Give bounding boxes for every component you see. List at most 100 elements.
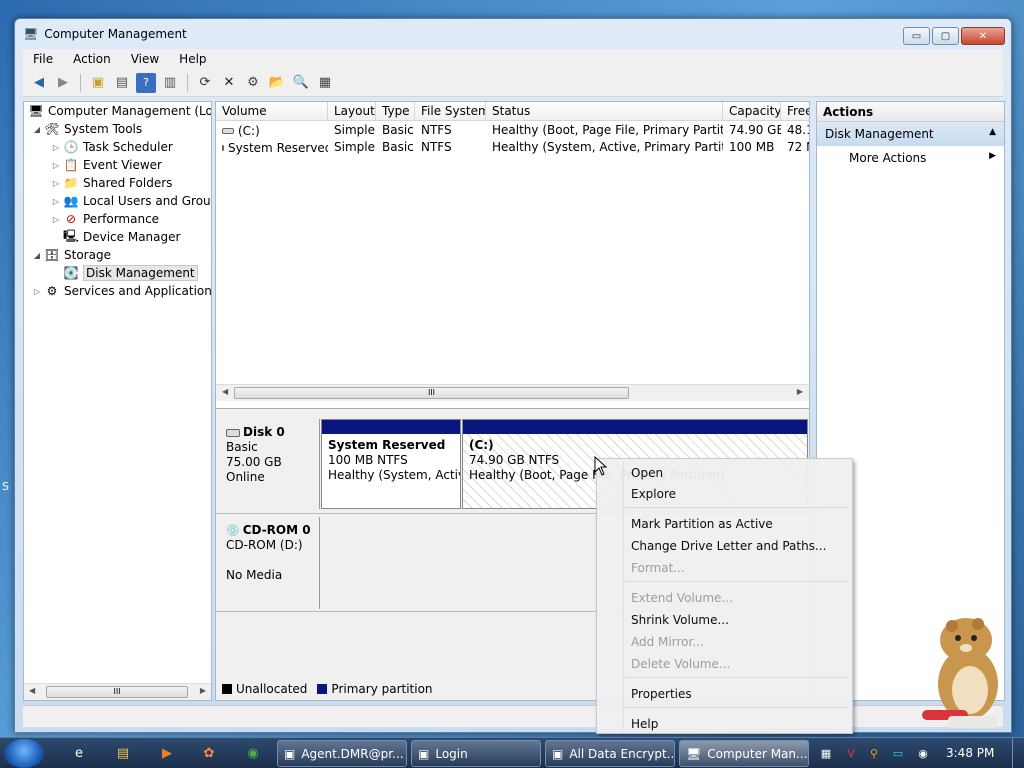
tree-item-device-manager[interactable]: 🖳 Device Manager [61,228,180,246]
scroll-left-icon[interactable]: ◀ [222,387,228,396]
table-row[interactable]: (C:) Simple Basic NTFS Healthy (Boot, Pa… [216,122,809,139]
cdrom-drive: CD-ROM (D:) [226,538,303,552]
properties-icon[interactable]: ⚙ [243,73,263,93]
show-hide-action-pane-icon[interactable]: ▥ [160,73,180,93]
column-free[interactable]: Free [781,102,809,120]
expand-icon[interactable]: ▷ [51,143,61,152]
disk-icon[interactable]: ▦ [315,73,335,93]
menu-item-explore[interactable]: Explore [631,485,676,503]
menu-item-add-mirror[interactable]: Add Mirror... [631,633,704,651]
table-row[interactable]: System Reserved Simple Basic NTFS Health… [216,139,809,156]
scroll-right-icon[interactable]: ▶ [797,387,803,396]
tree-horizontal-scrollbar[interactable]: ◀ III ▶ [24,683,211,700]
forward-arrow-icon[interactable]: ▶ [53,73,73,93]
maximize-button[interactable]: ▢ [932,27,959,45]
column-status[interactable]: Status [486,102,723,120]
column-type[interactable]: Type [376,102,415,120]
tree-item-event-viewer[interactable]: ▷ 📋 Event Viewer [51,156,162,174]
menu-item-help[interactable]: Help [631,715,658,733]
more-actions-item[interactable]: More Actions ▶ [817,146,1004,170]
column-volume[interactable]: Volume [216,102,328,120]
column-layout[interactable]: Layout [328,102,376,120]
delete-icon[interactable]: ✕ [219,73,239,93]
chrome-icon[interactable]: ◉ [242,743,264,763]
taskbar-button-login[interactable]: ▣ Login [411,740,541,767]
column-capacity[interactable]: Capacity [723,102,781,120]
tree-item-performance[interactable]: ▷ ⊘ Performance [51,210,159,228]
menu-action[interactable]: Action [63,52,121,66]
minimize-button[interactable]: ▭ [903,27,930,45]
show-desktop-button[interactable] [1012,738,1024,768]
clock[interactable]: 3:48 PM [946,746,994,760]
tray-search-icon[interactable]: ⚲ [866,745,882,761]
column-file-system[interactable]: File System [415,102,486,120]
menu-item-shrink-volume[interactable]: Shrink Volume... [631,611,729,629]
app-icon[interactable]: ✿ [198,743,220,763]
scrollbar-thumb[interactable]: III [46,686,188,698]
scrollbar-thumb[interactable]: III [234,387,629,399]
internet-explorer-icon[interactable]: e [68,743,90,763]
menu-item-change-drive-letter[interactable]: Change Drive Letter and Paths... [631,537,826,555]
tree-item-shared-folders[interactable]: ▷ 📁 Shared Folders [51,174,172,192]
taskbar-button-computer-management[interactable]: 🖥 Computer Man... [679,740,809,767]
disk-0-info[interactable]: Disk 0 Basic 75.00 GB Online [218,419,320,509]
expand-icon[interactable]: ▷ [51,179,61,188]
collapse-icon[interactable]: ◢ [32,125,42,134]
network-icon[interactable]: ▭ [890,745,906,761]
actions-section-disk-management[interactable]: Disk Management ▲ [817,122,1004,146]
open-folder-icon[interactable]: 📂 [267,73,287,93]
expand-icon[interactable]: ▷ [51,197,61,206]
expand-icon[interactable]: ▷ [32,287,42,296]
tree-item-storage[interactable]: ◢ 🗄 Storage [32,246,111,264]
status-cell: Healthy (System, Active, Primary Partiti… [492,140,723,154]
collapse-up-icon[interactable]: ▲ [989,127,996,137]
start-button[interactable] [4,739,44,768]
tree-item-local-users[interactable]: ▷ 👥 Local Users and Groups [51,192,211,210]
menu-item-extend-volume[interactable]: Extend Volume... [631,589,733,607]
search-icon[interactable]: 🔍 [291,73,311,93]
scroll-right-icon[interactable]: ▶ [200,686,206,695]
menu-item-delete-volume[interactable]: Delete Volume... [631,655,730,673]
menu-help[interactable]: Help [169,52,216,66]
antivirus-icon[interactable]: V [843,745,859,761]
refresh-icon[interactable]: ⟳ [195,73,215,93]
show-hide-tree-icon[interactable]: ▤ [112,73,132,93]
volume-icon[interactable]: ◉ [915,745,931,761]
menu-separator [625,507,848,508]
menu-item-open[interactable]: Open [631,464,663,482]
cdrom-0-info[interactable]: 💿 CD-ROM 0 CD-ROM (D:) No Media [218,517,320,609]
tree-item-disk-management[interactable]: 💽 Disk Management [61,264,198,282]
free-cell: 72 M [787,140,809,154]
volume-list-horizontal-scrollbar[interactable]: ◀ III ▶ [216,384,809,401]
menu-item-mark-active[interactable]: Mark Partition as Active [631,515,773,533]
file-explorer-icon[interactable]: ▤ [112,743,134,763]
up-folder-icon[interactable]: ▣ [88,73,108,93]
collapse-icon[interactable]: ◢ [32,251,42,260]
partition-system-reserved[interactable]: System Reserved 100 MB NTFS Healthy (Sys… [321,419,461,509]
expand-icon[interactable]: ▷ [51,161,61,170]
services-icon: ⚙ [46,284,58,298]
close-button[interactable]: ✕ [961,27,1005,45]
tree-label: Event Viewer [83,158,162,172]
menu-view[interactable]: View [121,52,169,66]
tree-label: Performance [83,212,160,226]
volume-name: (C:) [238,123,260,138]
back-arrow-icon[interactable]: ◀ [29,73,49,93]
type-cell: Basic [382,140,414,154]
tree-item-root[interactable]: 🖥 Computer Management (Local [26,102,211,120]
tree-item-system-tools[interactable]: ◢ 🛠 System Tools [32,120,142,138]
menu-item-properties[interactable]: Properties [631,685,692,703]
title-bar[interactable]: 🖥 Computer Management ▭ ▢ ✕ [15,19,1011,49]
menu-item-format[interactable]: Format... [631,559,685,577]
expand-icon[interactable]: ▷ [51,215,61,224]
tree-item-services[interactable]: ▷ ⚙ Services and Applications [32,282,211,300]
taskbar-button-agent[interactable]: ▣ Agent.DMR@pr... [277,740,407,767]
tree-item-task-scheduler[interactable]: ▷ 🕒 Task Scheduler [51,138,173,156]
tray-app-icon[interactable]: ▦ [818,745,834,761]
help-icon[interactable]: ? [136,72,156,93]
scroll-left-icon[interactable]: ◀ [29,686,35,695]
media-player-icon[interactable]: ▶ [156,743,178,763]
taskbar-button-all-data[interactable]: ▣ All Data Encrypt... [545,740,675,767]
menu-file[interactable]: File [23,52,63,66]
